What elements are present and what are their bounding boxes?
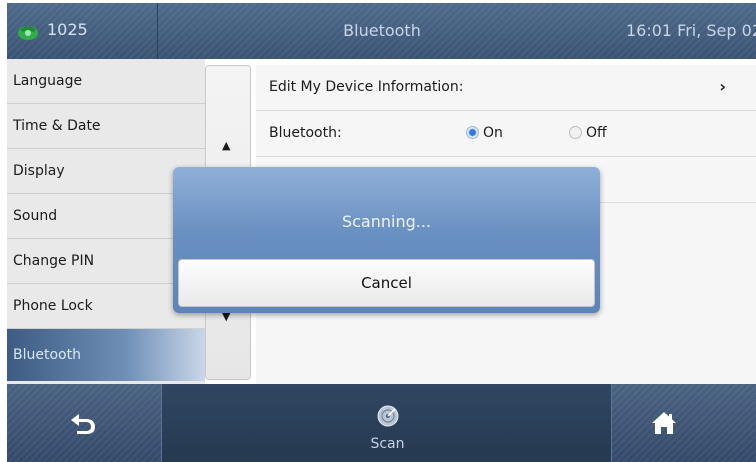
- back-icon: [71, 414, 95, 434]
- datetime: 16:01 Fri, Sep 02: [625, 21, 756, 40]
- on-label: On: [483, 125, 503, 141]
- scan-label: Scan: [370, 436, 405, 452]
- bluetooth-off-radio[interactable]: Off: [569, 125, 607, 141]
- off-label: Off: [586, 125, 607, 141]
- menu-item-bluetooth[interactable]: Bluetooth: [7, 329, 205, 381]
- back-softkey[interactable]: [7, 384, 159, 462]
- cancel-button[interactable]: Cancel: [178, 259, 595, 307]
- radio-unselected-icon: [569, 126, 582, 139]
- menu-item-time-date[interactable]: Time & Date: [7, 104, 205, 149]
- phone-icon: [18, 26, 38, 40]
- bluetooth-toggle-row: Bluetooth: On Off: [256, 111, 756, 157]
- extension-number: 1025: [47, 20, 88, 39]
- bluetooth-label: Bluetooth:: [269, 125, 342, 141]
- account-indicator[interactable]: 1025: [7, 3, 158, 59]
- scan-icon: [377, 405, 399, 427]
- scanning-dialog: Scanning... Cancel: [173, 167, 600, 313]
- edit-device-label: Edit My Device Information:: [269, 79, 464, 95]
- softkey-bar: Scan: [7, 384, 756, 462]
- radio-selected-icon: [466, 126, 479, 139]
- scan-softkey[interactable]: Scan: [161, 384, 612, 462]
- home-icon: [652, 412, 676, 434]
- phone-screen: 1025 Bluetooth 16:01 Fri, Sep 02 Languag…: [7, 3, 756, 462]
- title-bar: 1025 Bluetooth 16:01 Fri, Sep 02: [7, 3, 756, 59]
- scroll-up-icon[interactable]: ▲: [222, 139, 230, 152]
- home-softkey[interactable]: [614, 384, 756, 462]
- page-title: Bluetooth: [343, 21, 421, 40]
- bluetooth-on-radio[interactable]: On: [466, 125, 503, 141]
- edit-device-row[interactable]: Edit My Device Information: ›: [256, 65, 756, 111]
- scanning-message: Scanning...: [341, 212, 432, 231]
- chevron-right-icon: ›: [719, 77, 726, 96]
- menu-item-language[interactable]: Language: [7, 59, 205, 104]
